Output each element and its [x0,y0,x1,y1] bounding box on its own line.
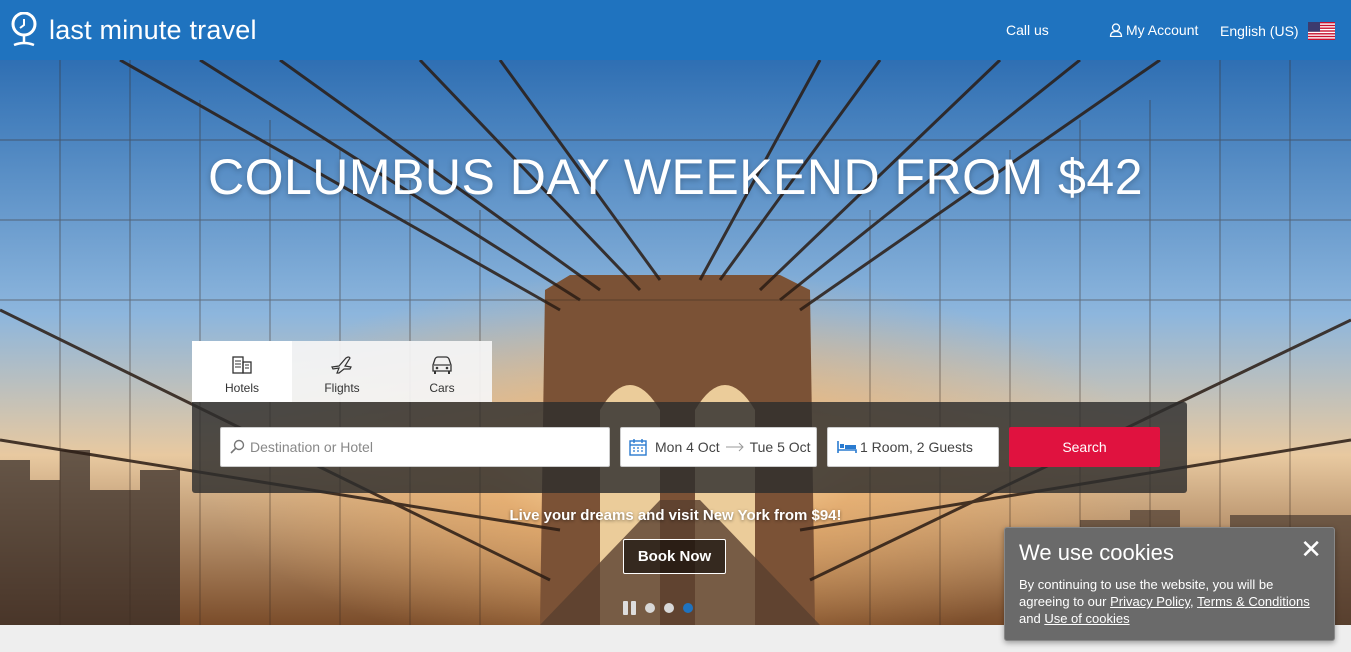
logo[interactable]: last minute travel [10,12,257,48]
cookie-banner: ✕ We use cookies By continuing to use th… [1004,527,1335,641]
checkin-date: Mon 4 Oct [655,439,720,455]
carousel-dot-3[interactable] [683,603,693,613]
tab-cars[interactable]: Cars [392,341,492,402]
rooms-guests-field[interactable]: 1 Room, 2 Guests [827,427,999,467]
search-panel: Mon 4 Oct Tue 5 Oct 1 Room, 2 Guests Sea… [192,402,1187,493]
brand-name: last minute travel [49,14,257,45]
close-icon[interactable]: ✕ [1300,536,1322,562]
language-label: English (US) [1220,23,1299,39]
search-icon [230,439,245,454]
my-account-label: My Account [1126,22,1199,38]
cookie-and: and [1019,611,1045,626]
globe-pin-icon [11,12,37,47]
calendar-icon [629,439,647,456]
bed-icon [837,441,857,453]
plane-icon [331,356,352,374]
tab-cars-label: Cars [429,381,455,395]
car-icon [432,356,452,374]
my-account-link[interactable]: My Account [1109,22,1198,38]
us-flag-icon [1307,22,1335,40]
user-icon [1109,23,1123,37]
tab-hotels[interactable]: Hotels [192,341,292,402]
book-now-button[interactable]: Book Now [623,539,726,574]
privacy-policy-link[interactable]: Privacy Policy [1110,594,1190,609]
search-button[interactable]: Search [1009,427,1160,467]
dates-field[interactable]: Mon 4 Oct Tue 5 Oct [620,427,817,467]
use-of-cookies-link[interactable]: Use of cookies [1044,611,1129,626]
arrow-right-icon [725,442,744,452]
terms-link[interactable]: Terms & Conditions [1197,594,1310,609]
tab-flights[interactable]: Flights [292,341,392,402]
cookie-comma: , [1190,594,1198,609]
destination-input[interactable] [250,439,580,455]
destination-field[interactable] [220,427,610,467]
tab-flights-label: Flights [324,381,360,395]
top-header: last minute travel Call us My Account En… [0,0,1351,60]
promo-text: Live your dreams and visit New York from… [509,507,842,524]
cookie-title: We use cookies [1019,540,1174,565]
rooms-guests-value: 1 Room, 2 Guests [860,439,973,455]
carousel-dot-2[interactable] [664,603,674,613]
pause-icon[interactable] [623,601,636,615]
tab-hotels-label: Hotels [224,381,259,395]
call-us-link[interactable]: Call us [1006,22,1049,38]
cookie-text: By continuing to use the website, you wi… [1019,576,1320,627]
carousel-controls [623,601,693,615]
language-selector[interactable]: English (US) [1220,22,1335,40]
hero-title: COLUMBUS DAY WEEKEND FROM $42 [207,149,1144,205]
hotel-icon [232,356,252,374]
checkout-date: Tue 5 Oct [749,439,811,455]
search-tabs: Hotels Flights Cars [192,341,492,402]
carousel-dot-1[interactable] [645,603,655,613]
